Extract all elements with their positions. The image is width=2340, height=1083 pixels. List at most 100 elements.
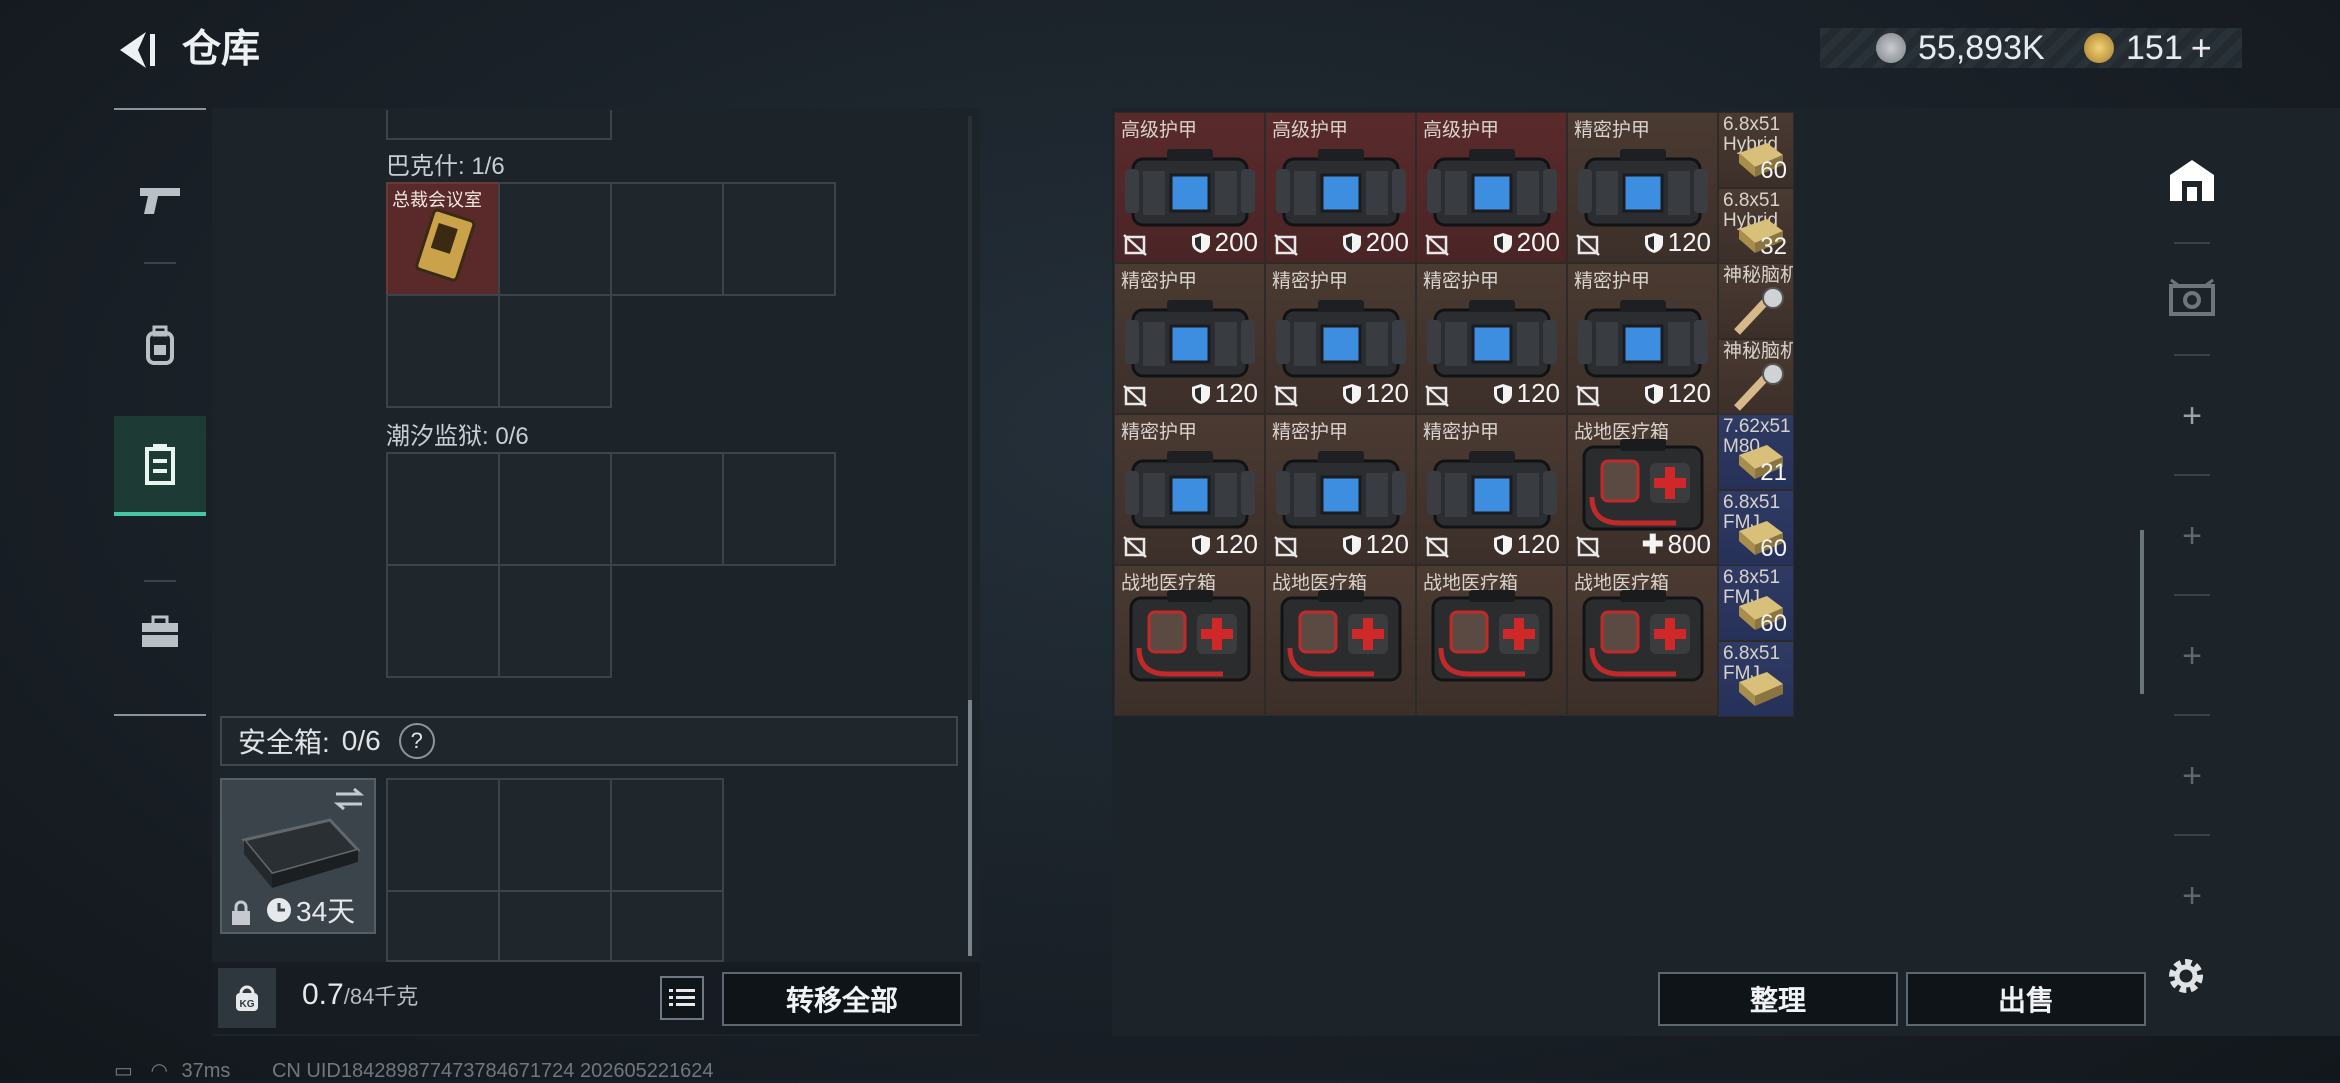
grid-cell[interactable] — [610, 182, 724, 296]
gear-icon — [2169, 959, 2203, 993]
grid-cell[interactable] — [498, 890, 612, 962]
grid-cell[interactable] — [386, 452, 500, 566]
brain-chip-item[interactable]: 神秘脑机... — [1718, 263, 1794, 339]
grid-cell[interactable] — [386, 294, 500, 408]
grid-cell[interactable] — [610, 452, 724, 566]
ammo-item[interactable]: 6.8x51 FMJ 60 — [1718, 565, 1794, 641]
grid-cell[interactable] — [498, 564, 612, 678]
ammo-item[interactable]: 6.8x51 Hybrid 60 — [1718, 112, 1794, 188]
plus-icon: + — [2182, 516, 2202, 555]
armor-bag-icon — [1427, 149, 1557, 227]
backpack-tab[interactable] — [114, 298, 206, 394]
add-tab-button[interactable]: + — [2150, 486, 2234, 586]
keycard-item[interactable]: 总裁会议室 — [386, 182, 500, 296]
container-tab[interactable] — [114, 416, 206, 516]
ammo-count: 21 — [1760, 459, 1787, 486]
item-value: 120 — [1493, 529, 1560, 560]
armor-bag-icon — [1276, 451, 1406, 529]
weight-capacity: /84千克 — [343, 984, 419, 1009]
ammo-count: 60 — [1760, 157, 1787, 184]
grid-cell[interactable] — [498, 452, 612, 566]
medkit-item[interactable]: 战地医疗箱 — [1416, 565, 1567, 716]
safe-case-days: 34天 — [296, 896, 356, 927]
sort-button[interactable]: 整理 — [1658, 972, 1898, 1026]
grid-cell[interactable] — [498, 182, 612, 296]
silver-currency: 55,893K — [1876, 28, 2045, 68]
ammo-item[interactable]: 6.8x51 FMJ — [1718, 640, 1794, 717]
grid-cell[interactable] — [386, 564, 500, 678]
no-transfer-icon — [1576, 234, 1600, 256]
transfer-all-button[interactable]: 转移全部 — [722, 972, 962, 1026]
armor-value-icon — [1191, 534, 1210, 555]
grid-cell[interactable] — [498, 778, 612, 892]
vault-tab[interactable] — [2150, 248, 2234, 348]
armor-item[interactable]: 精密护甲 120 — [1265, 414, 1416, 565]
storage-scroll-thumb[interactable] — [968, 700, 972, 956]
medkit-item[interactable]: 战地医疗箱 — [1567, 565, 1718, 716]
grid-cell[interactable] — [610, 890, 724, 962]
armor-bag-icon — [1427, 451, 1557, 529]
armor-item[interactable]: 高级护甲 200 — [1114, 112, 1265, 263]
no-transfer-icon — [1425, 385, 1449, 407]
back-button[interactable] — [112, 24, 164, 76]
armor-bag-icon — [1578, 300, 1708, 378]
item-value: 120 — [1191, 529, 1258, 560]
ammo-item[interactable]: 6.8x51 Hybrid 32 — [1718, 187, 1794, 264]
armor-item[interactable]: 精密护甲 120 — [1567, 112, 1718, 263]
settings-button[interactable] — [2164, 954, 2208, 998]
sell-button[interactable]: 出售 — [1906, 972, 2146, 1026]
grid-cell[interactable] — [386, 890, 500, 962]
add-tab-button[interactable]: + — [2150, 726, 2234, 826]
armor-item[interactable]: 精密护甲 120 — [1114, 414, 1265, 565]
grid-cell[interactable] — [498, 294, 612, 408]
no-transfer-icon — [1576, 385, 1600, 407]
medkit-item[interactable]: 战地医疗箱 ✚ 800 — [1567, 414, 1718, 565]
swap-icon[interactable] — [334, 788, 364, 810]
category-rail — [114, 108, 206, 716]
medkit-item[interactable]: 战地医疗箱 — [1114, 565, 1265, 716]
armor-item[interactable]: 精密护甲 120 — [1114, 263, 1265, 414]
brain-chip-item[interactable]: 神秘脑机... — [1718, 338, 1794, 415]
grid-cell[interactable] — [386, 778, 500, 892]
grid-cell[interactable] — [722, 182, 836, 296]
warehouse-tab[interactable] — [2150, 130, 2234, 230]
silver-amount: 55,893K — [1918, 28, 2045, 67]
toolbox-tab[interactable] — [114, 584, 206, 680]
list-view-button[interactable] — [660, 976, 704, 1020]
list-icon — [669, 989, 695, 1006]
heal-value-icon: ✚ — [1641, 529, 1664, 559]
armor-item[interactable]: 精密护甲 120 — [1416, 414, 1567, 565]
armor-item[interactable]: 精密护甲 120 — [1416, 263, 1567, 414]
armor-item[interactable]: 高级护甲 200 — [1265, 112, 1416, 263]
ammo-item[interactable]: 6.8x51 FMJ 60 — [1718, 489, 1794, 566]
uid: CN UID184289877473784671724 202605221624 — [271, 1060, 714, 1082]
armor-value-icon — [1644, 383, 1663, 404]
item-value: 200 — [1493, 227, 1560, 258]
item-name: 高级护甲 — [1272, 120, 1349, 141]
grid-cell[interactable] — [610, 778, 724, 892]
add-tab-button[interactable]: + — [2150, 366, 2234, 466]
no-transfer-icon — [1425, 234, 1449, 256]
backpack-icon — [146, 325, 174, 365]
keycard-icon — [415, 208, 476, 282]
add-tab-button[interactable]: + — [2150, 846, 2234, 946]
safe-case-slot[interactable]: 34天 — [220, 778, 376, 934]
grid-cell[interactable] — [722, 452, 836, 566]
safe-box-help-button[interactable]: ? — [398, 723, 435, 759]
add-gold-button[interactable]: + — [2191, 27, 2212, 69]
medkit-item[interactable]: 战地医疗箱 — [1265, 565, 1416, 716]
armor-item[interactable]: 精密护甲 120 — [1567, 263, 1718, 414]
armor-item[interactable]: 精密护甲 120 — [1265, 263, 1416, 414]
gold-currency[interactable]: 151 + — [2084, 27, 2212, 69]
ammo-count: 60 — [1760, 610, 1787, 637]
add-tab-button[interactable]: + — [2150, 606, 2234, 706]
ammo-item[interactable]: 7.62x51 M80 21 — [1718, 414, 1794, 490]
item-name: 精密护甲 — [1423, 271, 1500, 292]
status-bar: ▭ ◠ 37ms CN UID184289877473784671724 202… — [114, 1058, 713, 1083]
toolbox-icon — [142, 615, 178, 647]
armor-value-icon — [1342, 232, 1361, 253]
inventory-scroll-thumb[interactable] — [2140, 530, 2144, 694]
plus-icon: + — [2182, 636, 2202, 675]
weapon-tab[interactable] — [114, 152, 206, 248]
armor-item[interactable]: 高级护甲 200 — [1416, 112, 1567, 263]
